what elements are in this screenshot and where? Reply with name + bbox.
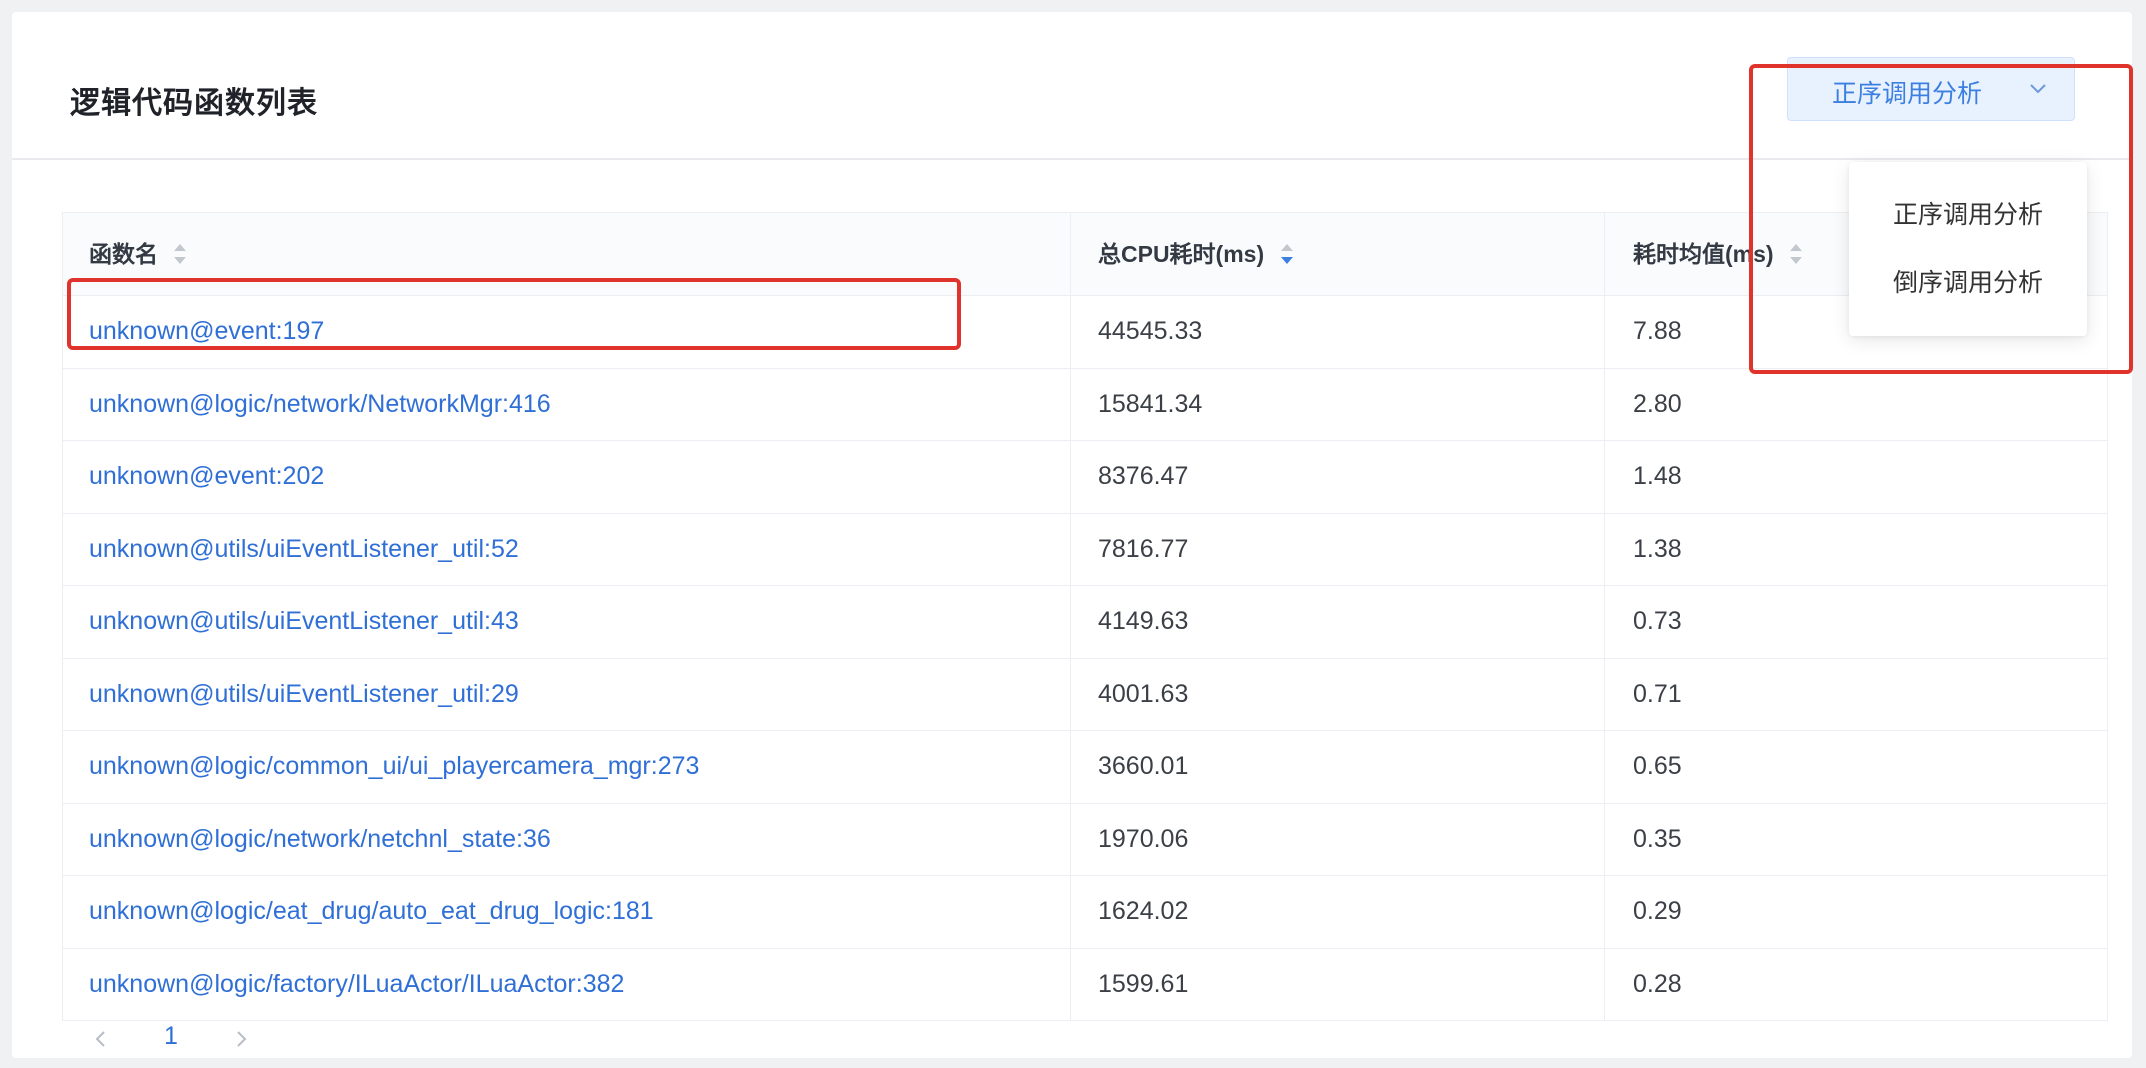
function-name-link[interactable]: unknown@utils/uiEventListener_util:52	[89, 514, 519, 585]
table-body: unknown@event:197 44545.33 7.88 unknown@…	[63, 296, 2107, 1020]
table-row: unknown@logic/network/netchnl_state:36 1…	[63, 803, 2107, 876]
dropdown-selected-label: 正序调用分析	[1832, 80, 1983, 108]
total-cpu-value: 3660.01	[1098, 752, 1189, 780]
function-name-link[interactable]: unknown@logic/common_ui/ui_playercamera_…	[89, 731, 699, 802]
analysis-mode-menu: 正序调用分析 倒序调用分析	[1849, 162, 2087, 336]
table-row: unknown@utils/uiEventListener_util:43 41…	[63, 586, 2107, 659]
avg-time-value: 0.28	[1633, 969, 1682, 998]
avg-time-value: 0.29	[1633, 897, 1682, 925]
avg-time-value: 0.65	[1633, 752, 1682, 780]
table-header: 函数名 总CPU耗时(ms) 耗时均值(ms)	[63, 213, 2107, 296]
total-cpu-value: 4149.63	[1098, 607, 1189, 635]
chevron-left-icon[interactable]	[88, 1026, 114, 1052]
table-row: unknown@logic/factory/ILuaActor/ILuaActo…	[63, 948, 2107, 1020]
function-name-link[interactable]: unknown@logic/factory/ILuaActor/ILuaActo…	[89, 949, 624, 1020]
table-row: unknown@event:202 8376.47 1.48	[63, 441, 2107, 514]
analysis-mode-dropdown[interactable]: 正序调用分析	[1787, 57, 2075, 121]
total-cpu-value: 1599.61	[1098, 969, 1189, 998]
function-name-link[interactable]: unknown@event:197	[89, 296, 324, 367]
total-cpu-value: 7816.77	[1098, 534, 1189, 563]
table-row: unknown@logic/common_ui/ui_playercamera_…	[63, 731, 2107, 804]
table-row: unknown@event:197 44545.33 7.88	[63, 296, 2107, 369]
table-row: unknown@logic/network/NetworkMgr:416 158…	[63, 368, 2107, 441]
sort-caret-icon[interactable]	[1788, 241, 1804, 267]
column-header-total-cpu[interactable]: 总CPU耗时(ms)	[1098, 213, 1295, 295]
menu-item-forward-analysis[interactable]: 正序调用分析	[1849, 186, 2087, 244]
chevron-down-icon	[2030, 84, 2046, 94]
column-header-avg-time[interactable]: 耗时均值(ms)	[1633, 213, 1804, 295]
column-label: 函数名	[89, 241, 158, 267]
column-label: 总CPU耗时(ms)	[1098, 241, 1265, 267]
total-cpu-value: 15841.34	[1098, 389, 1203, 418]
avg-time-value: 1.38	[1633, 534, 1682, 563]
table-row: unknown@logic/eat_drug/auto_eat_drug_log…	[63, 876, 2107, 949]
avg-time-value: 1.48	[1633, 462, 1682, 490]
function-table: 函数名 总CPU耗时(ms) 耗时均值(ms) unknown@event:19…	[62, 212, 2108, 1021]
total-cpu-value: 1624.02	[1098, 897, 1189, 925]
sort-caret-icon[interactable]	[1279, 241, 1295, 267]
function-name-link[interactable]: unknown@utils/uiEventListener_util:29	[89, 659, 519, 730]
function-list-panel: 逻辑代码函数列表 正序调用分析 函数名 总CPU耗时(ms) 耗时均值(ms) …	[12, 12, 2133, 1058]
column-header-function-name[interactable]: 函数名	[89, 213, 188, 295]
function-name-link[interactable]: unknown@utils/uiEventListener_util:43	[89, 586, 519, 657]
function-name-link[interactable]: unknown@event:202	[89, 441, 324, 512]
total-cpu-value: 4001.63	[1098, 679, 1189, 708]
column-label: 耗时均值(ms)	[1633, 241, 1774, 267]
page-number[interactable]: 1	[164, 1022, 178, 1051]
avg-time-value: 2.80	[1633, 389, 1682, 418]
table-row: unknown@utils/uiEventListener_util:52 78…	[63, 513, 2107, 586]
avg-time-value: 0.71	[1633, 679, 1682, 708]
chevron-right-icon[interactable]	[228, 1026, 254, 1052]
avg-time-value: 0.73	[1633, 607, 1682, 635]
total-cpu-value: 1970.06	[1098, 824, 1189, 853]
avg-time-value: 0.35	[1633, 824, 1682, 853]
page-title: 逻辑代码函数列表	[70, 87, 318, 120]
total-cpu-value: 8376.47	[1098, 462, 1189, 490]
table-row: unknown@utils/uiEventListener_util:29 40…	[63, 658, 2107, 731]
function-name-link[interactable]: unknown@logic/eat_drug/auto_eat_drug_log…	[89, 876, 654, 947]
function-name-link[interactable]: unknown@logic/network/netchnl_state:36	[89, 804, 551, 875]
menu-item-reverse-analysis[interactable]: 倒序调用分析	[1849, 254, 2087, 312]
function-name-link[interactable]: unknown@logic/network/NetworkMgr:416	[89, 369, 551, 440]
panel-header: 逻辑代码函数列表 正序调用分析	[12, 12, 2132, 160]
sort-caret-icon[interactable]	[172, 241, 188, 267]
avg-time-value: 7.88	[1633, 317, 1682, 345]
total-cpu-value: 44545.33	[1098, 317, 1203, 345]
